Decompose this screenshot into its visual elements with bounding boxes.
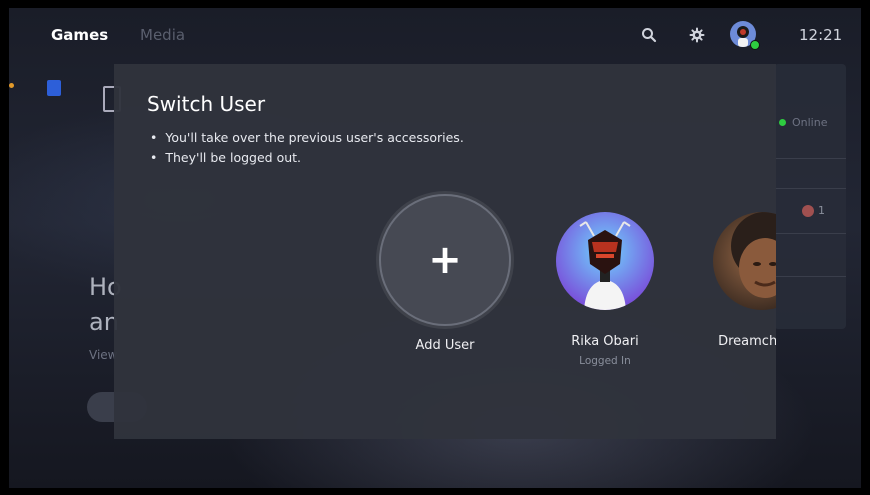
tab-games[interactable]: Games <box>51 26 108 44</box>
side-divider <box>774 276 846 277</box>
user-name: Add User <box>415 338 475 353</box>
plus-icon: + <box>428 237 462 283</box>
side-online-label: Online <box>792 116 828 129</box>
user-name: Rika Obari <box>571 334 639 349</box>
online-dot-icon <box>779 119 786 126</box>
photo-avatar-icon <box>731 212 776 298</box>
side-divider <box>774 158 846 159</box>
avatar[interactable] <box>556 212 654 310</box>
ps5-home-screen: Games Media 12:21 Ho an View Online 1 Sw… <box>9 8 861 488</box>
notification-dot <box>9 83 14 88</box>
user-card-rika-obari[interactable]: Rika Obari Logged In <box>535 198 675 367</box>
add-user-button[interactable]: + Add User <box>375 194 515 353</box>
friends-side-panel <box>774 64 846 329</box>
note-item: They'll be logged out. <box>150 150 464 165</box>
side-divider <box>774 233 846 234</box>
top-bar: Games Media 12:21 <box>9 8 861 62</box>
user-status: Logged In <box>579 355 631 367</box>
ps-store-icon[interactable] <box>47 80 61 96</box>
side-divider <box>774 188 846 189</box>
dialog-title: Switch User <box>147 92 266 116</box>
gear-icon[interactable] <box>687 25 707 45</box>
trophy-icon <box>802 204 814 217</box>
clock: 12:21 <box>799 26 843 44</box>
side-online-status: Online <box>779 116 827 129</box>
search-icon[interactable] <box>639 25 659 45</box>
side-trophy: 1 <box>802 204 825 217</box>
user-name: Dreamchild C <box>718 334 776 349</box>
trophy-count: 1 <box>818 204 825 217</box>
tab-media[interactable]: Media <box>140 26 185 44</box>
note-item: You'll take over the previous user's acc… <box>150 130 463 145</box>
online-status-dot <box>750 40 760 50</box>
user-card-dreamchild[interactable]: Dreamchild C <box>692 198 776 349</box>
samurai-avatar-icon <box>579 221 631 310</box>
avatar[interactable] <box>713 212 776 310</box>
dialog-notes: You'll take over the previous user's acc… <box>150 130 464 170</box>
switch-user-dialog: Switch User You'll take over the previou… <box>114 64 776 439</box>
add-user-circle[interactable]: + <box>379 194 511 326</box>
